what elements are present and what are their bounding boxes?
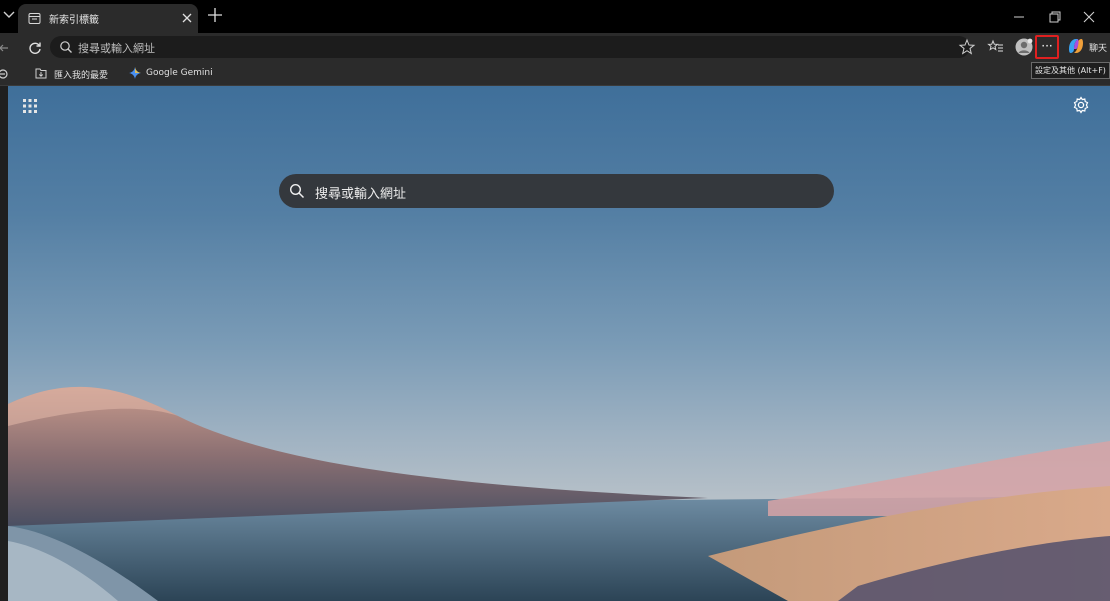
copilot-label[interactable]: 聊天 <box>1089 41 1107 54</box>
favorites-item-label: Google Gemini <box>146 68 213 78</box>
address-bar[interactable]: 搜尋或輸入網址 <box>50 36 970 58</box>
favorites-item-label: 匯入我的最愛 <box>54 71 109 81</box>
page-settings-gear-icon[interactable] <box>1072 96 1090 114</box>
search-icon <box>289 183 305 199</box>
more-dots-icon: ··· <box>1041 39 1053 53</box>
favorites-bar: 匯入我的最愛 Google Gemini <box>0 63 1110 86</box>
tab-strip: 新索引標籤 <box>0 0 1110 33</box>
back-arrow-icon[interactable] <box>0 40 12 56</box>
address-placeholder: 搜尋或輸入網址 <box>78 42 155 55</box>
tab-title: 新索引標籤 <box>49 15 99 26</box>
add-favorite-star-icon[interactable] <box>958 38 976 56</box>
apps-grid-icon[interactable] <box>22 98 38 114</box>
settings-and-more-tooltip: 設定及其他 (Alt+F) <box>1031 62 1110 79</box>
close-tab-icon[interactable] <box>180 11 194 25</box>
new-tab-plus-icon[interactable] <box>206 6 224 24</box>
settings-and-more-button[interactable]: ··· <box>1035 35 1059 59</box>
close-window-icon[interactable] <box>1080 8 1098 26</box>
active-tab[interactable]: 新索引標籤 <box>18 4 198 33</box>
gemini-icon <box>129 67 141 79</box>
tab-actions-chevron-icon[interactable] <box>2 8 16 22</box>
search-placeholder: 搜尋或輸入網址 <box>315 187 407 202</box>
profile-avatar-icon[interactable] <box>1014 37 1034 57</box>
restore-icon[interactable] <box>1046 8 1064 26</box>
new-tab-page-icon <box>28 13 41 24</box>
copilot-icon[interactable] <box>1066 36 1086 56</box>
reload-icon[interactable] <box>27 40 43 56</box>
minimize-icon[interactable] <box>1010 8 1028 26</box>
favorites-icon[interactable] <box>987 38 1005 56</box>
new-tab-search-box[interactable]: 搜尋或輸入網址 <box>279 174 834 208</box>
search-icon <box>60 41 72 53</box>
favorites-bar-edge-icon[interactable] <box>0 67 12 81</box>
toolbar: 搜尋或輸入網址 ··· 聊天 <box>0 33 1110 63</box>
new-tab-page: 搜尋或輸入網址 <box>8 86 1110 601</box>
landscape-wallpaper <box>8 386 1110 601</box>
import-favorites-icon <box>35 68 47 79</box>
